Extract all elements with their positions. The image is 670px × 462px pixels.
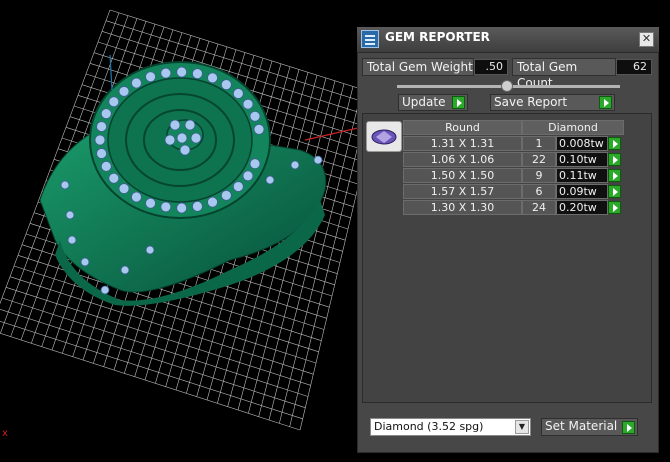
gem-count-cell: 22: [522, 152, 556, 167]
set-material-button[interactable]: Set Material: [541, 418, 638, 436]
row-play-icon[interactable]: [608, 153, 621, 166]
save-report-label: Save Report: [494, 95, 568, 109]
row-play-icon[interactable]: [608, 137, 621, 150]
play-icon: [622, 421, 635, 434]
play-icon: [599, 96, 612, 109]
material-header: Diamond: [522, 120, 624, 135]
ring-model: [39, 61, 327, 306]
play-icon: [452, 96, 465, 109]
row-play-icon[interactable]: [608, 185, 621, 198]
gem-weight-cell: 0.10tw: [556, 152, 608, 167]
gem-weight-cell: 0.20tw: [556, 200, 608, 215]
gem-weight-cell: 0.008tw: [556, 136, 608, 151]
gem-size-cell: 1.31 X 1.31: [403, 136, 522, 151]
gem-weight-cell: 0.11tw: [556, 168, 608, 183]
gem-size-cell: 1.50 X 1.50: [403, 168, 522, 183]
total-count-value: 62: [616, 59, 652, 75]
total-count-label: Total Gem Count: [512, 58, 616, 90]
row-play-icon[interactable]: [608, 169, 621, 182]
window-title: GEM REPORTER: [385, 30, 490, 44]
gem-count-cell: 24: [522, 200, 556, 215]
save-report-button[interactable]: Save Report: [490, 94, 615, 111]
gem-size-cell: 1.06 X 1.06: [403, 152, 522, 167]
total-weight-label: Total Gem Weight: [362, 58, 474, 76]
diamond-thumbnail-icon[interactable]: [366, 121, 402, 152]
ring-render: [0, 9, 358, 431]
gem-size-cell: 1.57 X 1.57: [403, 184, 522, 199]
update-button[interactable]: Update: [398, 94, 468, 111]
gem-count-cell: 9: [522, 168, 556, 183]
update-button-label: Update: [402, 95, 446, 109]
gem-weight-cell: 0.09tw: [556, 184, 608, 199]
shape-header: Round: [403, 120, 522, 135]
row-play-icon[interactable]: [608, 201, 621, 214]
chevron-down-icon[interactable]: ▼: [515, 420, 529, 434]
gem-size-cell: 1.30 X 1.30: [403, 200, 522, 215]
3d-viewport[interactable]: x: [0, 0, 358, 462]
set-material-label: Set Material: [545, 419, 618, 433]
title-bar[interactable]: GEM REPORTER ✕: [357, 27, 659, 53]
gem-count-cell: 6: [522, 184, 556, 199]
close-icon[interactable]: ✕: [639, 32, 654, 47]
gem-count-cell: 1: [522, 136, 556, 151]
material-select[interactable]: Diamond (3.52 spg) ▼: [370, 418, 531, 436]
axis-x-label: x: [2, 428, 8, 439]
app-icon: [361, 30, 379, 48]
slider-knob[interactable]: [501, 80, 513, 92]
material-select-value: Diamond (3.52 spg): [374, 420, 484, 433]
total-weight-value: .50: [474, 59, 508, 75]
